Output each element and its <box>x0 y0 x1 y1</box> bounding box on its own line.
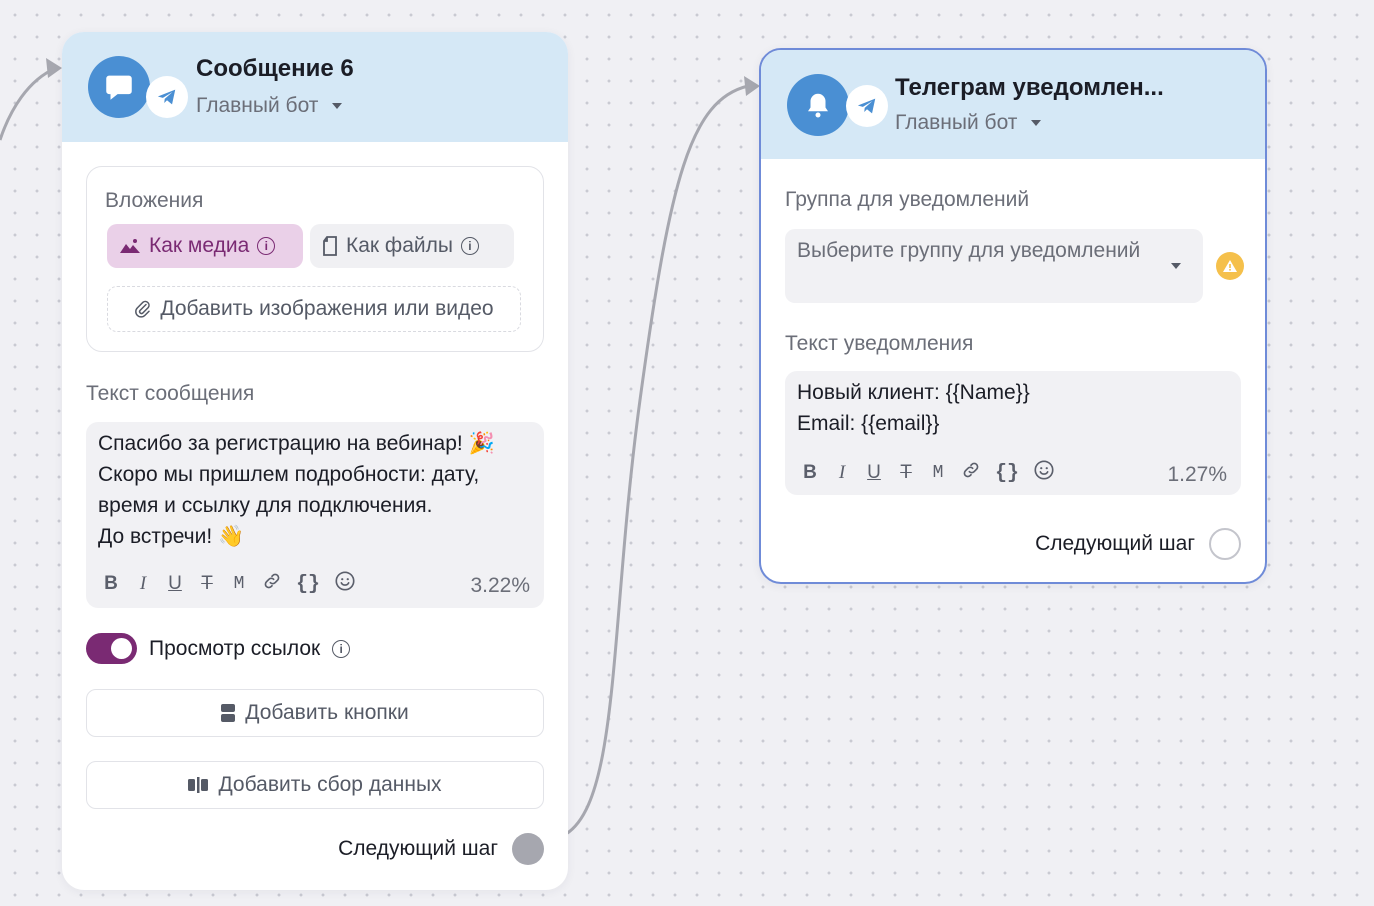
add-media-button[interactable]: Добавить изображения или видео <box>107 286 521 332</box>
add-media-label: Добавить изображения или видео <box>160 297 494 320</box>
buttons-icon <box>221 704 236 722</box>
attachments-label: Вложения <box>105 189 204 212</box>
add-data-collection-label: Добавить сбор данных <box>218 773 442 796</box>
node-title[interactable]: Сообщение 6 <box>196 55 354 83</box>
data-collection-icon <box>188 777 209 793</box>
chevron-down-icon <box>1171 263 1181 269</box>
emoji-icon[interactable] <box>334 570 356 598</box>
chevron-down-icon <box>1031 120 1042 126</box>
as-media-chip[interactable]: Как медиа i <box>107 224 303 268</box>
info-icon[interactable]: i <box>257 237 276 255</box>
add-buttons-label: Добавить кнопки <box>245 701 409 724</box>
bold-icon[interactable]: B <box>801 462 819 484</box>
group-select-placeholder: Выберите группу для уведомлений <box>797 239 1141 262</box>
message-node-header[interactable]: Сообщение 6 Главный бот <box>62 32 568 142</box>
strikethrough-icon[interactable]: T <box>897 462 915 484</box>
strikethrough-icon[interactable]: T <box>198 573 216 595</box>
info-icon[interactable]: i <box>460 237 479 255</box>
italic-icon[interactable]: I <box>134 573 152 595</box>
bot-selector[interactable]: Главный бот <box>196 94 343 118</box>
telegram-icon <box>146 76 188 118</box>
underline-icon[interactable]: U <box>166 573 184 595</box>
next-step-handle[interactable] <box>512 833 544 865</box>
telegram-notification-node[interactable]: Телеграм уведомлен... Главный бот Группа… <box>759 48 1267 584</box>
next-step-label: Следующий шаг <box>1035 532 1195 555</box>
paperclip-icon <box>135 300 151 318</box>
image-icon <box>120 239 140 253</box>
arrow-head-left <box>46 58 62 78</box>
connector-left-to-right <box>565 84 749 836</box>
warning-icon[interactable] <box>1216 252 1244 280</box>
link-preview-row: Просмотр ссылок i <box>86 633 351 664</box>
link-preview-toggle[interactable] <box>86 633 137 664</box>
notification-editor[interactable]: Новый клиент: {{Name}} Email: {{email}} … <box>785 371 1241 495</box>
bell-icon <box>787 74 849 136</box>
formatting-toolbar: B I U T M {} <box>102 570 356 598</box>
next-step-handle[interactable] <box>1209 528 1241 560</box>
message-editor[interactable]: Спасибо за регистрацию на вебинар! 🎉 Ско… <box>86 422 544 608</box>
bot-name: Главный бот <box>895 111 1018 134</box>
italic-icon[interactable]: I <box>833 462 851 484</box>
notification-node-header[interactable]: Телеграм уведомлен... Главный бот <box>761 50 1265 159</box>
bot-name: Главный бот <box>196 94 319 117</box>
underline-icon[interactable]: U <box>865 462 883 484</box>
arrow-head-right <box>744 76 760 96</box>
char-percent: 1.27% <box>1167 463 1227 486</box>
group-label: Группа для уведомлений <box>785 188 1030 211</box>
chevron-down-icon <box>332 103 343 109</box>
link-preview-label: Просмотр ссылок <box>149 636 321 660</box>
variables-icon[interactable]: {} <box>296 573 320 596</box>
add-buttons-button[interactable]: Добавить кнопки <box>86 689 544 737</box>
as-files-chip[interactable]: Как файлы i <box>310 224 514 268</box>
info-icon[interactable]: i <box>332 639 351 658</box>
node-title[interactable]: Телеграм уведомлен... <box>895 74 1164 102</box>
attachments-panel: Вложения Как медиа i Как файлы i Добавит… <box>86 166 544 352</box>
message-text[interactable]: Спасибо за регистрацию на вебинар! 🎉 Ско… <box>98 428 495 552</box>
notification-text-label: Текст уведомления <box>785 332 974 355</box>
variables-icon[interactable]: {} <box>995 462 1019 485</box>
link-icon[interactable] <box>262 571 282 597</box>
next-step-row: Следующий шаг <box>338 833 544 865</box>
message-node[interactable]: Сообщение 6 Главный бот Вложения Как мед… <box>62 32 568 890</box>
incoming-connector-left <box>0 66 57 141</box>
char-percent: 3.22% <box>470 574 530 597</box>
next-step-label: Следующий шаг <box>338 837 498 860</box>
bot-selector[interactable]: Главный бот <box>895 111 1042 135</box>
add-data-collection-button[interactable]: Добавить сбор данных <box>86 761 544 809</box>
file-icon <box>323 236 337 256</box>
group-select[interactable]: Выберите группу для уведомлений <box>785 229 1203 303</box>
monospace-icon[interactable]: M <box>230 574 248 594</box>
link-icon[interactable] <box>961 460 981 486</box>
chat-bubble-icon <box>88 56 150 118</box>
as-files-label: Как файлы <box>346 234 453 257</box>
telegram-icon <box>846 85 888 127</box>
as-media-label: Как медиа <box>149 234 250 257</box>
message-text-label: Текст сообщения <box>86 382 255 405</box>
bold-icon[interactable]: B <box>102 573 120 595</box>
emoji-icon[interactable] <box>1033 459 1055 487</box>
notification-text[interactable]: Новый клиент: {{Name}} Email: {{email}} <box>797 377 1030 439</box>
formatting-toolbar: B I U T M {} <box>801 459 1055 487</box>
next-step-row: Следующий шаг <box>1035 528 1241 560</box>
monospace-icon[interactable]: M <box>929 463 947 483</box>
